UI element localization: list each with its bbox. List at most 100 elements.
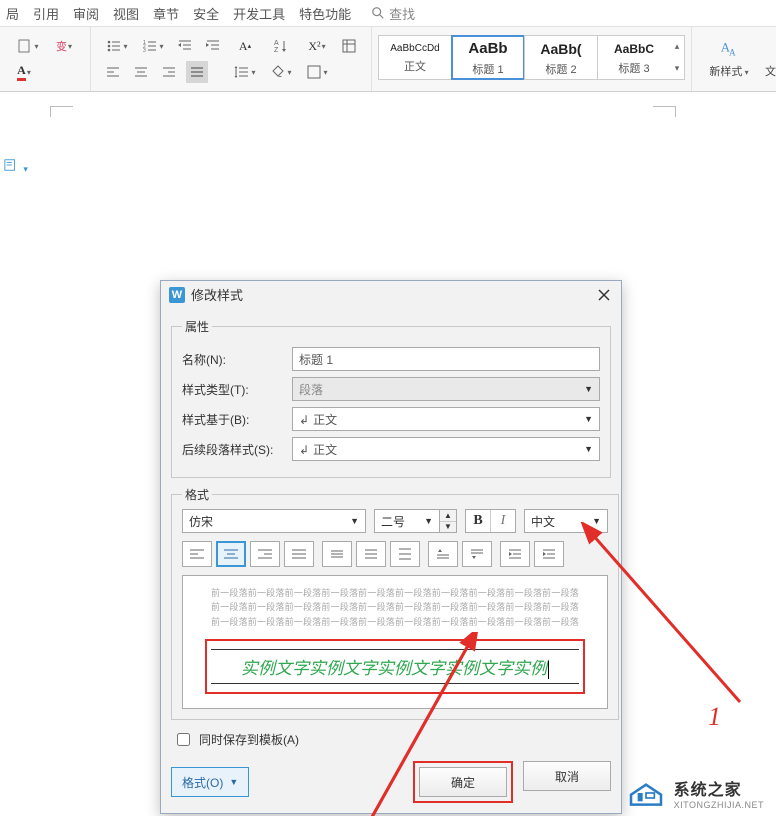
style-card-heading3[interactable]: AaBbC 标题 3 bbox=[597, 35, 671, 80]
menu-chapter[interactable]: 章节 bbox=[153, 4, 179, 23]
cancel-button[interactable]: 取消 bbox=[523, 761, 611, 791]
menubar-search[interactable]: 查找 bbox=[371, 4, 415, 23]
doc-helper-button[interactable]: 文档助手 bbox=[758, 33, 776, 83]
orientation-button[interactable]: ▾ bbox=[13, 35, 43, 57]
spacing-group bbox=[322, 541, 420, 567]
font-color-button[interactable]: A▾ bbox=[13, 61, 35, 83]
dlg-spacing-loose[interactable] bbox=[390, 541, 420, 567]
dlg-indent-inc[interactable] bbox=[534, 541, 564, 567]
dlg-spacing-tight[interactable] bbox=[322, 541, 352, 567]
language-select[interactable]: 中文 ▼ bbox=[524, 509, 608, 533]
italic-button[interactable]: I bbox=[491, 510, 515, 532]
dlg-para-before[interactable] bbox=[428, 541, 458, 567]
bullets-button[interactable]: ▾ bbox=[102, 35, 132, 57]
dialog-title: 修改样式 bbox=[191, 285, 243, 304]
name-input[interactable]: 标题 1 bbox=[292, 347, 600, 371]
style-gallery-more[interactable]: ▴▾ bbox=[670, 35, 685, 80]
search-icon bbox=[371, 6, 385, 20]
preview-sample-text: 实例文字实例文字实例文字实例文字实例 bbox=[211, 649, 579, 684]
style-card-normal[interactable]: AaBbCcDd 正文 bbox=[378, 35, 452, 80]
chevron-down-icon: ▼ bbox=[584, 384, 593, 394]
dlg-para-after[interactable] bbox=[462, 541, 492, 567]
increase-indent-button[interactable] bbox=[202, 35, 224, 57]
align-group bbox=[182, 541, 314, 567]
dlg-align-left[interactable] bbox=[182, 541, 212, 567]
menu-layout[interactable]: 局 bbox=[6, 4, 19, 23]
font-size-stepper[interactable]: ▲▼ bbox=[440, 509, 457, 533]
dlg-spacing-normal[interactable] bbox=[356, 541, 386, 567]
new-style-icon: AA bbox=[718, 37, 740, 59]
svg-text:3: 3 bbox=[143, 48, 146, 54]
decrease-indent-button[interactable] bbox=[174, 35, 196, 57]
base-select[interactable]: ↲正文 ▼ bbox=[292, 407, 600, 431]
align-left-button[interactable] bbox=[102, 61, 124, 83]
menubar: 局 引用 审阅 视图 章节 安全 开发工具 特色功能 查找 bbox=[0, 0, 776, 27]
line-spacing-button[interactable]: ▾ bbox=[230, 61, 260, 83]
bold-italic-group: B I bbox=[465, 509, 516, 533]
style-card-heading1[interactable]: AaBb 标题 1 bbox=[451, 35, 525, 80]
close-button[interactable] bbox=[595, 286, 613, 304]
bold-button[interactable]: B bbox=[466, 510, 491, 532]
font-size-select[interactable]: 二号 ▼ bbox=[374, 509, 440, 533]
dlg-align-center[interactable] bbox=[216, 541, 246, 567]
save-template-label: 同时保存到模板(A) bbox=[199, 731, 299, 748]
app-logo-icon: W bbox=[169, 287, 185, 303]
preview-sample-highlight: 实例文字实例文字实例文字实例文字实例 bbox=[205, 639, 585, 694]
svg-text:A: A bbox=[274, 40, 279, 47]
base-label: 样式基于(B): bbox=[182, 411, 292, 428]
close-icon bbox=[598, 289, 610, 301]
style-card-heading2[interactable]: AaBb( 标题 2 bbox=[524, 35, 598, 80]
dlg-indent-dec[interactable] bbox=[500, 541, 530, 567]
format-legend: 格式 bbox=[182, 486, 212, 503]
follow-select[interactable]: ↲正文 ▼ bbox=[292, 437, 600, 461]
ribbon-group-styles: AaBbCcDd 正文 AaBb 标题 1 AaBb( 标题 2 AaBbC 标… bbox=[372, 27, 692, 91]
format-dropdown-button[interactable]: 格式(O) ▼ bbox=[171, 767, 249, 797]
symbol-button[interactable] bbox=[338, 35, 360, 57]
save-template-checkbox[interactable] bbox=[177, 733, 190, 746]
align-center-button[interactable] bbox=[130, 61, 152, 83]
type-select: 段落 ▼ bbox=[292, 377, 600, 401]
dlg-align-justify[interactable] bbox=[284, 541, 314, 567]
ribbon-group-paragraph: ▾ 123▾ A▴ AZ X²▾ ▾ ▾ ▾ bbox=[91, 27, 372, 91]
attributes-section: 属性 名称(N): 标题 1 样式类型(T): 段落 ▼ 样式基于(B): bbox=[171, 318, 611, 478]
increase-font-button[interactable]: A▴ bbox=[230, 35, 260, 57]
shading-button[interactable]: ▾ bbox=[266, 61, 296, 83]
superscript-button[interactable]: X²▾ bbox=[302, 35, 332, 57]
menu-view[interactable]: 视图 bbox=[113, 4, 139, 23]
modify-style-dialog: W 修改样式 属性 名称(N): 标题 1 样式类型(T): bbox=[160, 280, 622, 814]
menu-special[interactable]: 特色功能 bbox=[299, 4, 351, 23]
follow-label: 后续段落样式(S): bbox=[182, 441, 292, 458]
svg-text:Z: Z bbox=[274, 47, 279, 54]
chevron-down-icon: ▼ bbox=[584, 444, 593, 454]
ribbon-group-left: ▾ 变▾ A▾ bbox=[2, 27, 91, 91]
ok-button[interactable]: 确定 bbox=[419, 767, 507, 797]
text-direction-button[interactable]: 变▾ bbox=[49, 35, 79, 57]
dlg-align-right[interactable] bbox=[250, 541, 280, 567]
align-justify-button[interactable] bbox=[186, 61, 208, 83]
sort-button[interactable]: AZ bbox=[266, 35, 296, 57]
page-corner-tl bbox=[50, 106, 73, 117]
svg-text:A: A bbox=[729, 47, 736, 57]
name-label: 名称(N): bbox=[182, 351, 292, 368]
menu-references[interactable]: 引用 bbox=[33, 4, 59, 23]
dialog-button-row: 格式(O) ▼ 确定 取消 bbox=[171, 761, 611, 803]
ok-button-highlight: 确定 bbox=[413, 761, 513, 803]
page-sidebar-icon[interactable]: ▾ bbox=[4, 158, 28, 175]
menu-devtools[interactable]: 开发工具 bbox=[233, 4, 285, 23]
menu-security[interactable]: 安全 bbox=[193, 4, 219, 23]
search-placeholder: 查找 bbox=[389, 4, 415, 23]
annotation-num-1: 1 bbox=[708, 702, 721, 732]
borders-button[interactable]: ▾ bbox=[302, 61, 332, 83]
dialog-titlebar: W 修改样式 bbox=[161, 281, 621, 308]
new-style-button[interactable]: AA 新样式 ▾ bbox=[700, 33, 758, 83]
ribbon-group-right: AA 新样式 ▾ 文档助手 文 bbox=[692, 27, 776, 91]
menu-review[interactable]: 审阅 bbox=[73, 4, 99, 23]
attributes-legend: 属性 bbox=[182, 318, 212, 335]
align-right-button[interactable] bbox=[158, 61, 180, 83]
para-spacing-group bbox=[428, 541, 492, 567]
ribbon: ▾ 变▾ A▾ ▾ 123▾ bbox=[0, 27, 776, 92]
numbering-button[interactable]: 123▾ bbox=[138, 35, 168, 57]
font-family-select[interactable]: 仿宋 ▼ bbox=[182, 509, 366, 533]
preview-panel: 前一段落前一段落前一段落前一段落前一段落前一段落前一段落前一段落前一段落前一段落… bbox=[182, 575, 608, 709]
save-template-row: 同时保存到模板(A) bbox=[173, 730, 609, 749]
